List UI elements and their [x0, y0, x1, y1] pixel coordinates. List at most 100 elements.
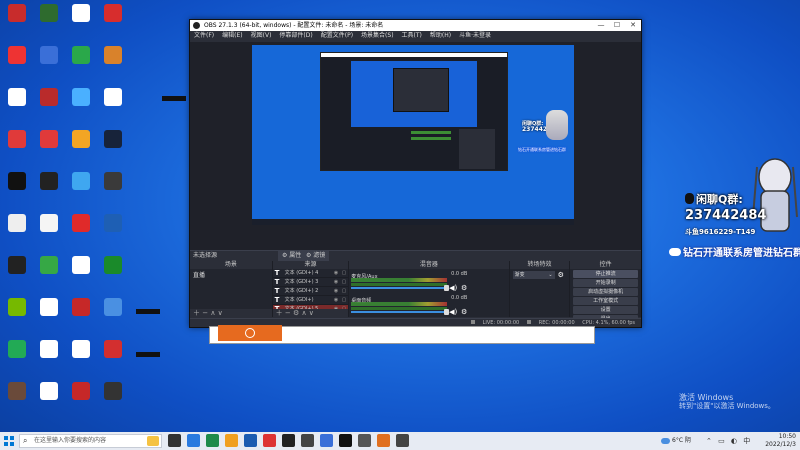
- desktop-app-icon[interactable]: [2, 256, 32, 275]
- desktop-app-icon[interactable]: [66, 214, 96, 233]
- desktop-app-icon[interactable]: [34, 172, 64, 191]
- desktop-app-icon[interactable]: [34, 382, 64, 401]
- menu-item[interactable]: 工具(T): [402, 31, 422, 41]
- taskbar-app-icon[interactable]: [187, 434, 200, 447]
- desktop-app-icon[interactable]: [2, 4, 32, 23]
- desktop-app-icon[interactable]: [66, 130, 96, 149]
- eye-icon[interactable]: ◉: [334, 278, 338, 286]
- taskbar-app-icon[interactable]: [282, 434, 295, 447]
- lock-icon[interactable]: ▢: [342, 296, 347, 304]
- desktop-app-icon[interactable]: [2, 340, 32, 359]
- speaker-icon[interactable]: ◀): [449, 308, 457, 316]
- taskbar-app-icon[interactable]: [225, 434, 238, 447]
- desktop-app-icon[interactable]: [66, 88, 96, 107]
- lock-icon[interactable]: ▢: [342, 269, 347, 277]
- menu-item[interactable]: 配置文件(P): [321, 31, 353, 41]
- taskbar-search[interactable]: ⌕ 在这里输入你要搜索的内容: [19, 434, 162, 448]
- minimize-icon[interactable]: —: [593, 20, 609, 31]
- speaker-icon[interactable]: ◀): [449, 284, 457, 292]
- source-item[interactable]: T 文本 (GDI+) ◉ ▢: [272, 296, 349, 305]
- menu-item[interactable]: 停靠部件(D): [279, 31, 312, 41]
- taskbar-app-icon[interactable]: [244, 434, 257, 447]
- control-button[interactable]: 启动虚拟摄像机: [573, 288, 638, 296]
- gear-icon[interactable]: ⚙: [461, 284, 467, 292]
- desktop-app-icon[interactable]: [98, 298, 128, 317]
- desktop-app-icon[interactable]: [66, 172, 96, 191]
- obs-titlebar[interactable]: OBS 27.1.3 (64-bit, windows) - 配置文件: 未命名…: [190, 20, 641, 31]
- taskbar-app-icon[interactable]: [358, 434, 371, 447]
- volume-slider[interactable]: [351, 309, 450, 315]
- desktop-app-icon[interactable]: [66, 382, 96, 401]
- taskbar-app-icon[interactable]: [377, 434, 390, 447]
- taskbar-app-icon[interactable]: [320, 434, 333, 447]
- menu-item[interactable]: 场景集合(S): [361, 31, 394, 41]
- desktop-app-icon[interactable]: [98, 46, 128, 65]
- scene-item[interactable]: 直播: [190, 269, 272, 280]
- desktop-app-icon[interactable]: [2, 130, 32, 149]
- control-button[interactable]: 设置: [573, 306, 638, 314]
- control-button[interactable]: 开始录制: [573, 279, 638, 287]
- desktop-app-icon[interactable]: [162, 96, 186, 101]
- desktop-app-icon[interactable]: [98, 88, 128, 107]
- desktop-app-icon[interactable]: [98, 214, 128, 233]
- maximize-icon[interactable]: ☐: [609, 20, 625, 31]
- desktop-app-icon[interactable]: [2, 88, 32, 107]
- taskbar-app-icon[interactable]: [396, 434, 409, 447]
- taskbar-app-icon[interactable]: [339, 434, 352, 447]
- volume-slider[interactable]: [351, 285, 450, 291]
- transition-gear-icon[interactable]: ⚙: [558, 271, 564, 279]
- control-button[interactable]: 工作室模式: [573, 297, 638, 305]
- gear-icon[interactable]: ⚙: [461, 308, 467, 316]
- background-window[interactable]: [209, 325, 595, 344]
- taskbar-app-icon[interactable]: [168, 434, 181, 447]
- source-item[interactable]: T 文本 (GDI+) 4 ◉ ▢: [272, 269, 349, 278]
- taskbar-app-icon[interactable]: [263, 434, 276, 447]
- system-tray-icons[interactable]: ⌃ ▭ ◐ 中: [706, 436, 752, 446]
- desktop-app-icon[interactable]: [136, 309, 160, 314]
- desktop-app-icon[interactable]: [98, 172, 128, 191]
- menu-item[interactable]: 文件(F): [194, 31, 214, 41]
- desktop-app-icon[interactable]: [2, 382, 32, 401]
- eye-icon[interactable]: ◉: [334, 287, 338, 295]
- source-item[interactable]: T 文本 (GDI+) 2 ◉ ▢: [272, 287, 349, 296]
- lock-icon[interactable]: ▢: [342, 287, 347, 295]
- desktop-app-icon[interactable]: [66, 46, 96, 65]
- desktop-app-icon[interactable]: [34, 298, 64, 317]
- desktop-app-icon[interactable]: [34, 340, 64, 359]
- desktop-app-icon[interactable]: [34, 46, 64, 65]
- desktop-app-icon[interactable]: [2, 172, 32, 191]
- desktop-app-icon[interactable]: [66, 340, 96, 359]
- control-button[interactable]: 停止推流: [573, 270, 638, 278]
- menu-item[interactable]: 斗鱼·未登录: [459, 31, 491, 41]
- desktop-app-icon[interactable]: [34, 256, 64, 275]
- desktop-app-icon[interactable]: [98, 382, 128, 401]
- menu-item[interactable]: 视图(V): [251, 31, 272, 41]
- source-item[interactable]: T 文本 (GDI+) 3 ◉ ▢: [272, 278, 349, 287]
- desktop-app-icon[interactable]: [136, 352, 160, 357]
- desktop-app-icon[interactable]: [66, 256, 96, 275]
- desktop-app-icon[interactable]: [34, 4, 64, 23]
- weather-widget[interactable]: 6°C 阴: [661, 435, 691, 447]
- desktop-app-icon[interactable]: [2, 46, 32, 65]
- lock-icon[interactable]: ▢: [342, 278, 347, 286]
- menu-item[interactable]: 编辑(E): [222, 31, 242, 41]
- desktop-app-icon[interactable]: [34, 88, 64, 107]
- preview-canvas[interactable]: 闲聊Q群: 237442484 钻石开通联系房管进钻石群: [252, 45, 574, 225]
- desktop-app-icon[interactable]: [98, 4, 128, 23]
- desktop-app-icon[interactable]: [34, 214, 64, 233]
- menu-item[interactable]: 帮助(H): [430, 31, 451, 41]
- desktop-app-icon[interactable]: [98, 340, 128, 359]
- taskbar-app-icon[interactable]: [206, 434, 219, 447]
- windows-start-icon[interactable]: [4, 436, 14, 446]
- filters-button[interactable]: ⚙ 滤镜: [302, 251, 330, 261]
- taskbar-app-icon[interactable]: [301, 434, 314, 447]
- transition-select[interactable]: 渐变 ⌄: [512, 271, 555, 279]
- desktop-app-icon[interactable]: [66, 4, 96, 23]
- desktop-app-icon[interactable]: [2, 214, 32, 233]
- clock[interactable]: 10:50 2022/12/3: [765, 433, 796, 449]
- desktop-app-icon[interactable]: [66, 298, 96, 317]
- desktop-app-icon[interactable]: [98, 256, 128, 275]
- desktop-app-icon[interactable]: [2, 298, 32, 317]
- eye-icon[interactable]: ◉: [334, 296, 338, 304]
- desktop-app-icon[interactable]: [98, 130, 128, 149]
